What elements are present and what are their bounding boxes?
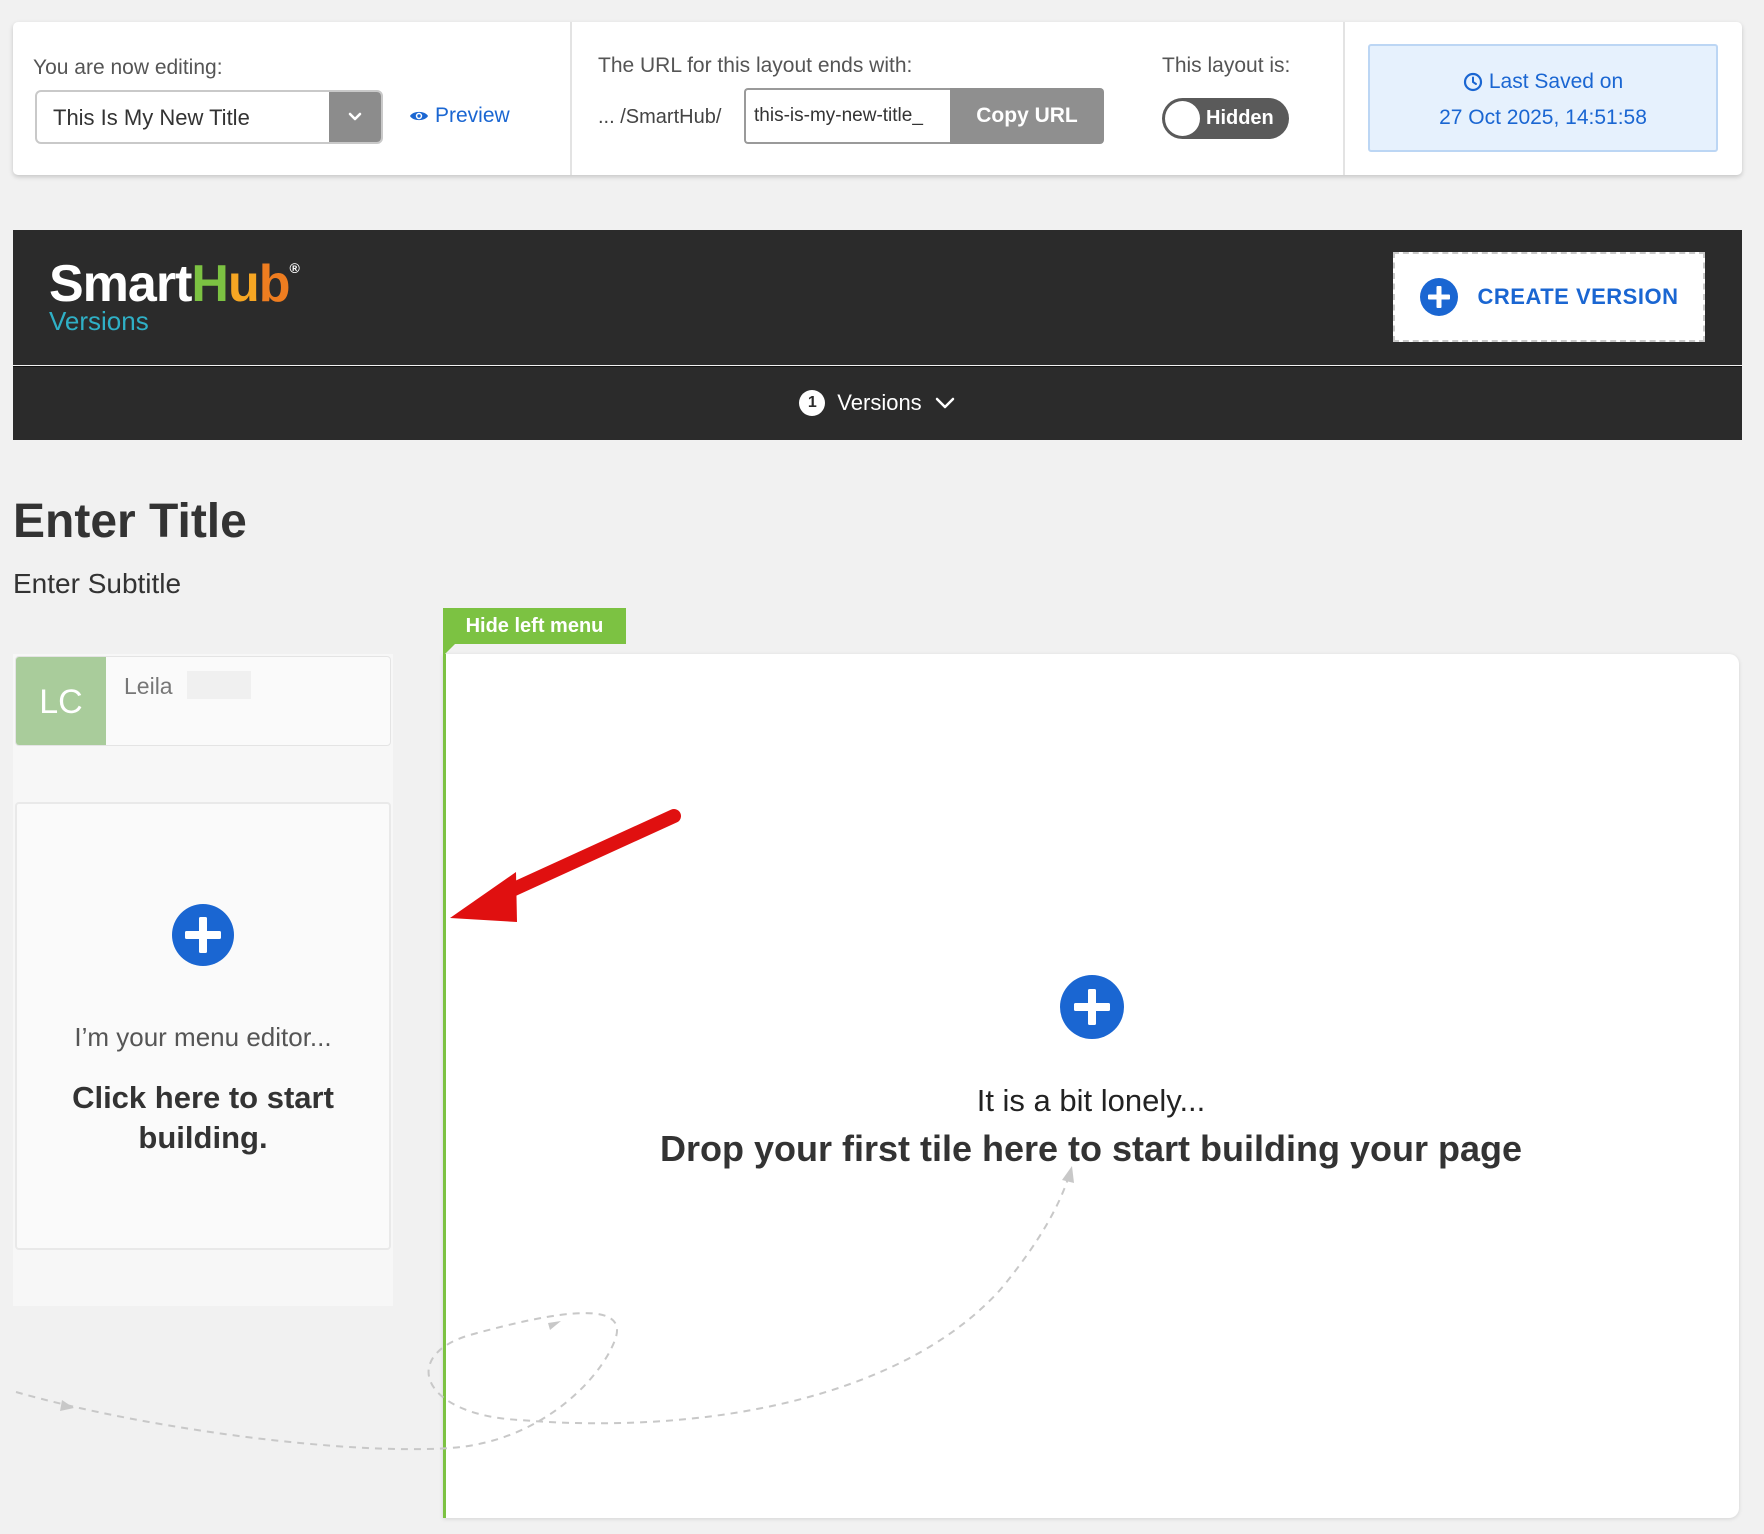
clock-icon (1463, 72, 1482, 92)
logo-subtitle: Versions (49, 306, 149, 336)
plus-circle-icon (172, 904, 234, 966)
toolbar-divider (570, 22, 572, 175)
plus-circle-icon (1419, 278, 1458, 316)
tab-corner (443, 644, 455, 656)
url-label: The URL for this layout ends with: (598, 54, 913, 77)
last-saved-indicator: Last Saved on 27 Oct 2025, 14:51:58 (1368, 44, 1718, 152)
title-dropdown-button[interactable] (329, 92, 381, 142)
chevron-down-icon (935, 397, 954, 409)
versions-dropdown[interactable]: 1 Versions (13, 390, 1742, 416)
versions-label: Versions (837, 390, 922, 415)
empty-state-text: It is a bit lonely... (976, 1083, 1206, 1118)
versions-count-badge: 1 (799, 390, 826, 416)
last-saved-label: Last Saved on (1488, 70, 1624, 93)
editor-toolbar: You are now editing: This Is My New Titl… (13, 22, 1742, 175)
menu-editor-text: I’m your menu editor... (74, 1022, 332, 1052)
toggle-knob (1165, 101, 1200, 136)
create-version-label: CREATE VERSION (1477, 284, 1679, 309)
layout-title-select[interactable]: This Is My New Title (35, 90, 383, 144)
avatar: LC (16, 657, 106, 745)
versions-bar: 1 Versions (13, 366, 1742, 440)
user-name: Leila (124, 673, 173, 699)
smarthub-header: SmartHub® Versions CREATE VERSION (13, 230, 1742, 365)
layout-title-value: This Is My New Title (53, 105, 250, 130)
editing-label: You are now editing: (33, 56, 223, 79)
user-card: LC Leila (15, 656, 391, 746)
visibility-status: Hidden (1206, 107, 1274, 129)
last-saved-time: 27 Oct 2025, 14:51:58 (1439, 106, 1647, 129)
chevron-down-icon (348, 112, 362, 121)
menu-editor[interactable]: I’m your menu editor... Click here to st… (15, 802, 391, 1250)
empty-state-cta: Drop your first tile here to start build… (659, 1128, 1523, 1169)
redacted-surname (187, 671, 251, 699)
smarthub-logo: SmartHub® (49, 255, 300, 313)
layout-status-label: This layout is: (1162, 54, 1291, 77)
left-menu: LC Leila I’m your menu editor... Click h… (13, 654, 393, 1306)
url-slug-input[interactable] (744, 88, 950, 144)
visibility-toggle[interactable]: Hidden (1162, 98, 1289, 139)
page-subtitle[interactable]: Enter Subtitle (13, 568, 181, 600)
copy-url-button[interactable]: Copy URL (950, 88, 1104, 144)
hide-left-menu-button[interactable]: Hide left menu (443, 608, 626, 644)
url-prefix: ... /SmartHub/ (598, 106, 722, 128)
eye-icon (410, 111, 428, 121)
preview-label: Preview (435, 104, 510, 127)
trail-arrowhead (60, 1400, 74, 1411)
create-version-button[interactable]: CREATE VERSION (1393, 252, 1705, 342)
plus-circle-icon[interactable] (1060, 975, 1124, 1039)
toolbar-divider (1343, 22, 1345, 175)
menu-editor-cta: Click here to start building. (72, 1080, 334, 1155)
page-title[interactable]: Enter Title (13, 494, 247, 549)
preview-link[interactable]: Preview (409, 104, 510, 128)
